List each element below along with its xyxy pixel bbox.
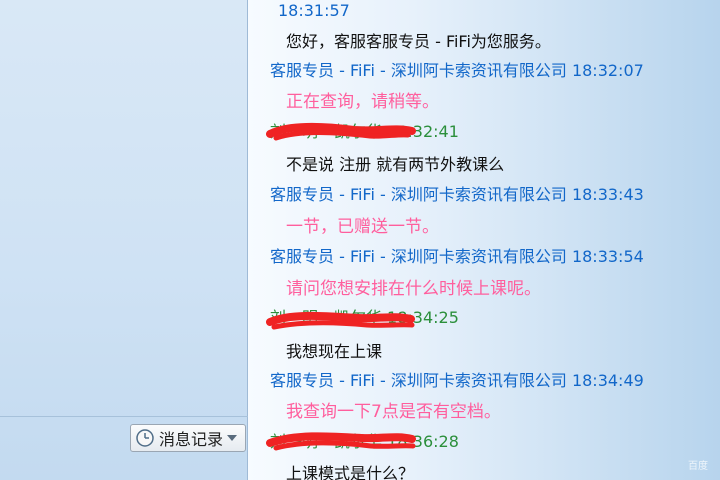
message-header: 客服专员 - FiFi - 深圳阿卡索资讯有限公司 18:33:43 [270,185,644,204]
chat-message: 您好，客服客服专员 - FiFi为您服务。 [286,32,551,51]
chat-message-pink: 一节，已赠送一节。 [286,217,439,237]
chat-message: 不是说 注册 就有两节外教课么 [286,155,505,174]
chat-message: 上课模式是什么？ [286,464,415,480]
watermark: 百度 [688,461,708,472]
chat-message-pink: 正在查询，请稍等。 [286,92,439,112]
clock-icon [136,429,154,447]
message-history-label: 消息记录 [159,430,224,449]
left-panel-divider [0,416,248,417]
message-header-green: 刘一明 - 凯尔华 18:36:28 [270,432,459,451]
message-header: 客服专员 - FiFi - 深圳阿卡索资讯有限公司 18:33:54 [270,247,644,266]
chevron-down-icon [227,435,238,441]
chat-area: 18:31:57 您好，客服客服专员 - FiFi为您服务。 客服专员 - Fi… [248,0,720,480]
chat-message: 我想现在上课 [286,342,383,361]
message-header-green: 刘一明 - 凯尔华 18:32:41 [270,122,459,141]
message-history-button[interactable]: 消息记录 [130,424,246,452]
top-timestamp: 18:31:57 [278,1,350,20]
message-header: 客服专员 - FiFi - 深圳阿卡索资讯有限公司 18:32:07 [270,61,644,80]
chat-message-pink: 请问您想安排在什么时候上课呢。 [286,279,541,299]
message-header-green: 刘一明 - 凯尔华 18:34:25 [270,308,459,327]
message-header: 客服专员 - FiFi - 深圳阿卡索资讯有限公司 18:34:49 [270,371,644,390]
chat-message-pink: 我查询一下7点是否有空档。 [286,402,501,422]
left-panel: 消息记录 [0,0,248,480]
